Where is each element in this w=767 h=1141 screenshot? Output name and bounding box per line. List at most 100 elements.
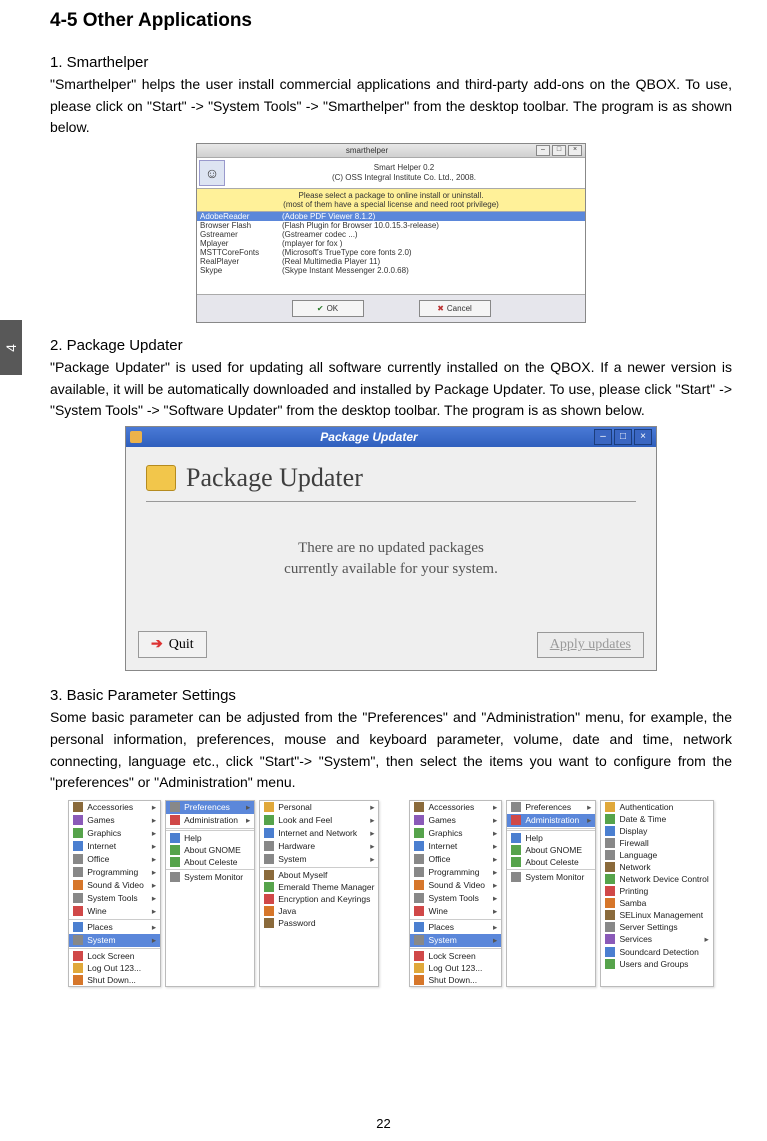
- menu-item[interactable]: Internet▸: [69, 840, 160, 853]
- menu-item[interactable]: About Celeste: [507, 856, 595, 868]
- menu-item[interactable]: Encryption and Keyrings: [260, 893, 378, 905]
- smarthelper-logo-icon: ☺: [199, 160, 225, 186]
- menu-item[interactable]: Office▸: [410, 853, 501, 866]
- menu-item[interactable]: Lock Screen: [410, 950, 501, 962]
- menu-item[interactable]: Accessories▸: [69, 801, 160, 814]
- menu-item-places[interactable]: Places▸: [69, 921, 160, 934]
- package-updater-heading: Package Updater: [186, 463, 363, 493]
- minimize-button[interactable]: –: [536, 145, 550, 156]
- minimize-button[interactable]: –: [594, 429, 612, 445]
- menu-item[interactable]: Help: [166, 832, 254, 844]
- menu-item[interactable]: Sound & Video▸: [410, 879, 501, 892]
- menu-item[interactable]: Games▸: [69, 814, 160, 827]
- menu-item[interactable]: Accessories▸: [410, 801, 501, 814]
- subsection-1-paragraph: "Smarthelper" helps the user install com…: [50, 74, 732, 139]
- menu-item[interactable]: Programming▸: [410, 866, 501, 879]
- menu-item[interactable]: Wine▸: [69, 905, 160, 918]
- menu-item[interactable]: System Monitor: [507, 871, 595, 883]
- apply-updates-button[interactable]: Apply updates: [537, 632, 644, 658]
- menu-item[interactable]: Server Settings: [601, 921, 712, 933]
- menu-item[interactable]: Network: [601, 861, 712, 873]
- maximize-button[interactable]: □: [614, 429, 632, 445]
- preferences-submenu[interactable]: Personal▸Look and Feel▸Internet and Netw…: [259, 800, 379, 987]
- subsection-3-paragraph: Some basic parameter can be adjusted fro…: [50, 707, 732, 794]
- smarthelper-window-title: smarthelper: [200, 146, 534, 155]
- menu-item[interactable]: Firewall: [601, 837, 712, 849]
- applications-menu[interactable]: Accessories▸Games▸Graphics▸Internet▸Offi…: [68, 800, 161, 987]
- menu-item[interactable]: System Monitor: [166, 871, 254, 883]
- menu-item[interactable]: Users and Groups: [601, 958, 712, 970]
- menu-item[interactable]: Preferences▸: [166, 801, 254, 814]
- menu-item[interactable]: Java: [260, 905, 378, 917]
- close-button[interactable]: ×: [568, 145, 582, 156]
- preferences-menu-path: Accessories▸Games▸Graphics▸Internet▸Offi…: [68, 800, 379, 987]
- menu-item[interactable]: About GNOME: [166, 844, 254, 856]
- menu-item[interactable]: Help: [507, 832, 595, 844]
- menu-item[interactable]: Internet and Network▸: [260, 827, 378, 840]
- menu-item[interactable]: Log Out 123...: [69, 962, 160, 974]
- menu-item[interactable]: Display: [601, 825, 712, 837]
- menu-item[interactable]: Samba: [601, 897, 712, 909]
- package-row[interactable]: Gstreamer(Gstreamer codec ...): [197, 230, 585, 239]
- system-submenu[interactable]: Preferences▸Administration▸ HelpAbout GNO…: [165, 800, 255, 987]
- menu-item[interactable]: System▸: [260, 853, 378, 866]
- menu-item[interactable]: Programming▸: [69, 866, 160, 879]
- applications-menu[interactable]: Accessories▸Games▸Graphics▸Internet▸Offi…: [409, 800, 502, 987]
- quit-button[interactable]: ➔Quit: [138, 631, 207, 658]
- menu-item[interactable]: Shut Down...: [410, 974, 501, 986]
- menu-item-places[interactable]: Places▸: [410, 921, 501, 934]
- page-number: 22: [0, 1116, 767, 1131]
- menu-item[interactable]: Games▸: [410, 814, 501, 827]
- menu-item[interactable]: System Tools▸: [410, 892, 501, 905]
- menu-item[interactable]: Sound & Video▸: [69, 879, 160, 892]
- menu-item[interactable]: SELinux Management: [601, 909, 712, 921]
- menu-item[interactable]: Emerald Theme Manager: [260, 881, 378, 893]
- package-row[interactable]: Mplayer(mplayer for fox ): [197, 239, 585, 248]
- menu-item-system[interactable]: System▸: [69, 934, 160, 947]
- menu-item[interactable]: Log Out 123...: [410, 962, 501, 974]
- menu-item[interactable]: Password: [260, 917, 378, 929]
- maximize-button[interactable]: □: [552, 145, 566, 156]
- menu-item[interactable]: Hardware▸: [260, 840, 378, 853]
- menu-item[interactable]: Printing: [601, 885, 712, 897]
- cancel-button[interactable]: ✖Cancel: [419, 300, 491, 317]
- menu-item[interactable]: Administration▸: [166, 814, 254, 827]
- menu-item[interactable]: Graphics▸: [410, 827, 501, 840]
- menu-item[interactable]: Look and Feel▸: [260, 814, 378, 827]
- menu-item[interactable]: Wine▸: [410, 905, 501, 918]
- menu-item[interactable]: Language: [601, 849, 712, 861]
- package-row[interactable]: AdobeReader(Adobe PDF Viewer 8.1.2): [197, 212, 585, 221]
- menu-item[interactable]: Personal▸: [260, 801, 378, 814]
- package-row[interactable]: Skype(Skype Instant Messenger 2.0.0.68): [197, 266, 585, 275]
- menu-item[interactable]: Authentication: [601, 801, 712, 813]
- menu-item[interactable]: Internet▸: [410, 840, 501, 853]
- package-row[interactable]: MSTTCoreFonts(Microsoft's TrueType core …: [197, 248, 585, 257]
- no-updates-msg-1: There are no updated packages: [146, 538, 636, 559]
- system-submenu[interactable]: Preferences▸Administration▸ HelpAbout GNO…: [506, 800, 596, 987]
- menu-item[interactable]: Network Device Control: [601, 873, 712, 885]
- smarthelper-package-list[interactable]: AdobeReader(Adobe PDF Viewer 8.1.2)Brows…: [197, 212, 585, 294]
- menu-item[interactable]: Office▸: [69, 853, 160, 866]
- package-row[interactable]: Browser Flash(Flash Plugin for Browser 1…: [197, 221, 585, 230]
- smarthelper-hint-bar: Please select a package to online instal…: [197, 189, 585, 212]
- package-row[interactable]: RealPlayer(Real Multimedia Player 11): [197, 257, 585, 266]
- close-button[interactable]: ×: [634, 429, 652, 445]
- menu-item[interactable]: Shut Down...: [69, 974, 160, 986]
- menu-item[interactable]: Graphics▸: [69, 827, 160, 840]
- smarthelper-app-name: Smart Helper 0.2: [225, 163, 583, 173]
- menu-item[interactable]: Administration▸: [507, 814, 595, 827]
- menu-item[interactable]: Lock Screen: [69, 950, 160, 962]
- subsection-3-title: 3. Basic Parameter Settings: [50, 687, 732, 704]
- ok-button[interactable]: ✔OK: [292, 300, 364, 317]
- menu-item[interactable]: Soundcard Detection: [601, 946, 712, 958]
- menu-item[interactable]: System Tools▸: [69, 892, 160, 905]
- menu-item[interactable]: Preferences▸: [507, 801, 595, 814]
- menu-item-system[interactable]: System▸: [410, 934, 501, 947]
- menu-item[interactable]: About GNOME: [507, 844, 595, 856]
- menu-item[interactable]: Date & Time: [601, 813, 712, 825]
- administration-submenu[interactable]: AuthenticationDate & TimeDisplayFirewall…: [600, 800, 713, 987]
- menu-item[interactable]: About Celeste: [166, 856, 254, 868]
- subsection-2-paragraph: "Package Updater" is used for updating a…: [50, 357, 732, 422]
- menu-item[interactable]: About Myself: [260, 869, 378, 881]
- menu-item[interactable]: Services▸: [601, 933, 712, 946]
